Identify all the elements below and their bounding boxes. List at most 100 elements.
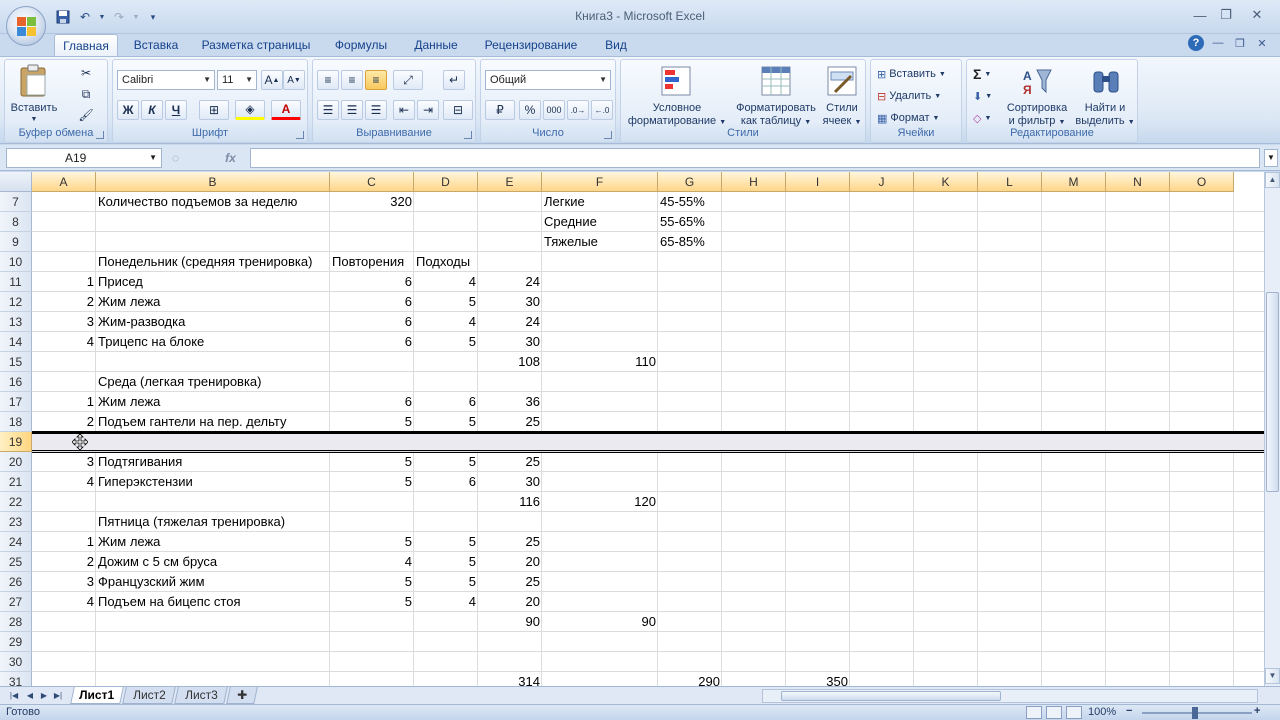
row-header[interactable]: 22	[0, 492, 32, 512]
row-header[interactable]: 15	[0, 352, 32, 372]
row-header[interactable]: 14	[0, 332, 32, 352]
sheet-tab-3[interactable]: Лист3	[174, 687, 228, 704]
column-header-c[interactable]: C	[330, 172, 414, 192]
row-header[interactable]: 9	[0, 232, 32, 252]
column-header-h[interactable]: H	[722, 172, 786, 192]
doc-close-icon[interactable]: ✕	[1254, 35, 1270, 51]
cell-e11[interactable]: 24	[478, 272, 542, 291]
cell-e21[interactable]: 30	[478, 472, 542, 491]
cell-b24[interactable]: Жим лежа	[96, 532, 330, 551]
borders-icon[interactable]: ⊞	[199, 100, 229, 120]
cell-e27[interactable]: 20	[478, 592, 542, 611]
cell-c14[interactable]: 6	[330, 332, 414, 351]
row-header[interactable]: 16	[0, 372, 32, 392]
cell-b25[interactable]: Дожим с 5 см бруса	[96, 552, 330, 571]
paste-button[interactable]: Вставить ▼	[9, 64, 59, 124]
shrink-font-icon[interactable]: A ▼	[283, 70, 305, 90]
office-button[interactable]	[6, 6, 46, 46]
cell-d20[interactable]: 5	[414, 452, 478, 471]
number-launcher-icon[interactable]	[604, 131, 612, 139]
cell-a24[interactable]: 1	[32, 532, 96, 551]
font-launcher-icon[interactable]	[296, 131, 304, 139]
column-header-d[interactable]: D	[414, 172, 478, 192]
cell-d27[interactable]: 4	[414, 592, 478, 611]
align-center-icon[interactable]: ☰	[341, 100, 363, 120]
select-all-corner[interactable]	[0, 172, 32, 192]
autosum-button[interactable]: Σ ▼	[973, 64, 991, 84]
format-as-table-button[interactable]: Форматировать как таблицу ▼	[729, 64, 823, 128]
currency-icon[interactable]: ₽	[485, 100, 515, 120]
cell-f28[interactable]: 90	[542, 612, 658, 631]
alignment-launcher-icon[interactable]	[464, 131, 472, 139]
cell-c12[interactable]: 6	[330, 292, 414, 311]
cell-d25[interactable]: 5	[414, 552, 478, 571]
align-middle-icon[interactable]: ≡	[341, 70, 363, 90]
clear-button[interactable]: ◇ ▼	[973, 108, 991, 128]
doc-restore-icon[interactable]: ❐	[1232, 35, 1248, 51]
format-cells-button[interactable]: ▦ Формат ▼	[877, 108, 939, 128]
cell-g8[interactable]: 55-65%	[658, 212, 722, 231]
decrease-indent-icon[interactable]: ⇤	[393, 100, 415, 120]
cell-a18[interactable]: 2	[32, 412, 96, 431]
cell-f15[interactable]: 110	[542, 352, 658, 371]
row-header[interactable]: 23	[0, 512, 32, 532]
cell-b16[interactable]: Среда (легкая тренировка)	[96, 372, 330, 391]
first-sheet-icon[interactable]: |◀	[8, 689, 20, 703]
zoom-level[interactable]: 100%	[1088, 706, 1116, 718]
cell-f9[interactable]: Тяжелые	[542, 232, 658, 251]
row-header[interactable]: 27	[0, 592, 32, 612]
row-header[interactable]: 24	[0, 532, 32, 552]
merge-center-icon[interactable]: ⊟	[443, 100, 473, 120]
underline-button[interactable]: Ч	[165, 100, 187, 120]
delete-cells-button[interactable]: ⊟ Удалить ▼	[877, 86, 941, 106]
cell-c18[interactable]: 5	[330, 412, 414, 431]
cell-f22[interactable]: 120	[542, 492, 658, 511]
maximize-icon[interactable]: ❐	[1214, 4, 1238, 26]
cell-g9[interactable]: 65-85%	[658, 232, 722, 251]
cell-g7[interactable]: 45-55%	[658, 192, 722, 211]
cell-e15[interactable]: 108	[478, 352, 542, 371]
cell-f7[interactable]: Легкие	[542, 192, 658, 211]
column-header-g[interactable]: G	[658, 172, 722, 192]
cell-c7[interactable]: 320	[330, 192, 414, 211]
increase-decimal-icon[interactable]: .0→	[567, 100, 589, 120]
cell-b23[interactable]: Пятница (тяжелая тренировка)	[96, 512, 330, 531]
column-header-j[interactable]: J	[850, 172, 914, 192]
cell-d18[interactable]: 5	[414, 412, 478, 431]
tab-insert[interactable]: Вставка	[124, 34, 188, 56]
cell-d11[interactable]: 4	[414, 272, 478, 291]
zoom-out-icon[interactable]: −	[1126, 705, 1132, 717]
cell-b10[interactable]: Понедельник (средняя тренировка)	[96, 252, 330, 271]
row-header[interactable]: 12	[0, 292, 32, 312]
horizontal-scrollbar[interactable]	[762, 689, 1258, 703]
horizontal-scroll-thumb[interactable]	[781, 691, 1001, 701]
cell-e26[interactable]: 25	[478, 572, 542, 591]
fill-color-icon[interactable]: ◈	[235, 100, 265, 120]
column-header-e[interactable]: E	[478, 172, 542, 192]
cell-e25[interactable]: 20	[478, 552, 542, 571]
cell-b12[interactable]: Жим лежа	[96, 292, 330, 311]
row-header[interactable]: 21	[0, 472, 32, 492]
cell-e18[interactable]: 25	[478, 412, 542, 431]
format-painter-icon[interactable]: 🖌	[75, 105, 97, 125]
decrease-decimal-icon[interactable]: ←.0	[591, 100, 613, 120]
help-icon[interactable]: ?	[1188, 35, 1204, 51]
vertical-scroll-thumb[interactable]	[1266, 292, 1279, 492]
cell-a26[interactable]: 3	[32, 572, 96, 591]
zoom-in-icon[interactable]: +	[1254, 705, 1260, 717]
insert-cells-button[interactable]: ⊞ Вставить ▼	[877, 64, 946, 84]
row-header[interactable]: 26	[0, 572, 32, 592]
row-header[interactable]: 18	[0, 412, 32, 432]
cell-e28[interactable]: 90	[478, 612, 542, 631]
find-select-button[interactable]: Найти и выделить ▼	[1073, 64, 1137, 128]
cell-c10[interactable]: Повторения	[330, 252, 414, 271]
cell-c26[interactable]: 5	[330, 572, 414, 591]
align-left-icon[interactable]: ☰	[317, 100, 339, 120]
cell-b14[interactable]: Трицепс на блоке	[96, 332, 330, 351]
cell-styles-button[interactable]: Стили ячеек ▼	[819, 64, 865, 128]
row-header[interactable]: 11	[0, 272, 32, 292]
column-header-b[interactable]: B	[96, 172, 330, 192]
page-layout-view-icon[interactable]	[1046, 706, 1062, 719]
column-header-o[interactable]: O	[1170, 172, 1234, 192]
cell-d26[interactable]: 5	[414, 572, 478, 591]
